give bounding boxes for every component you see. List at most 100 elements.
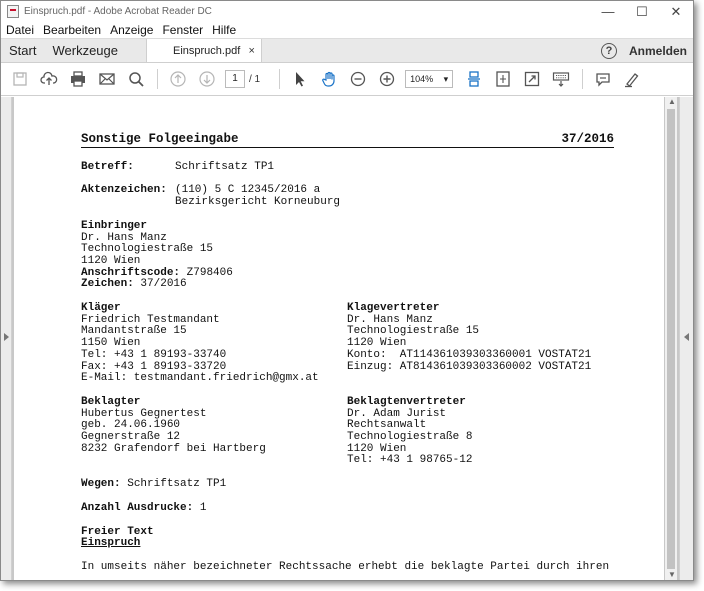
document-title: Sonstige Folgeeingabe xyxy=(81,132,239,146)
ausdrucke-label: Anzahl Ausdrucke: xyxy=(81,501,194,514)
pdf-app-icon xyxy=(7,5,19,18)
anschriftscode-label: Anschriftscode: xyxy=(81,266,181,279)
beklagtenvertreter-line: Technologiestraße 8 xyxy=(347,431,473,444)
tab-start[interactable]: Start xyxy=(1,39,44,62)
anschriftscode-value: Z798406 xyxy=(186,266,233,279)
search-icon[interactable] xyxy=(125,68,147,90)
toolbar-divider xyxy=(279,69,281,89)
parties-row-1: Kläger Friedrich Testmandant Mandantstra… xyxy=(81,302,614,385)
select-cursor-icon[interactable] xyxy=(289,68,311,90)
beklagter-line: Gegnerstraße 12 xyxy=(81,431,181,444)
chevron-down-icon: ▾ xyxy=(443,73,449,84)
title-bar: Einspruch.pdf - Adobe Acrobat Reader DC … xyxy=(1,1,693,22)
einspruch-heading: Einspruch xyxy=(81,537,141,550)
comment-icon[interactable] xyxy=(592,68,614,90)
aktenzeichen-value: (110) 5 C 12345/2016 a Bezirksgericht Ko… xyxy=(175,185,340,208)
help-icon[interactable]: ? xyxy=(600,42,617,59)
beklagter-block: Beklagter Hubertus Gegnertest geb. 24.06… xyxy=(81,395,347,467)
tab-bar: Start Werkzeuge Einspruch.pdf × ? Anmeld… xyxy=(1,38,693,63)
page-up-icon[interactable] xyxy=(167,68,189,90)
ausdrucke-row: Anzahl Ausdrucke: 1 xyxy=(81,501,614,515)
menu-anzeige[interactable]: Anzeige xyxy=(110,23,153,37)
beklagtenvertreter-line: Tel: +43 1 98765-12 xyxy=(347,454,473,467)
body-paragraph: In umseits näher bezeichneter Rechtssach… xyxy=(81,560,610,573)
klaeger-block: Kläger Friedrich Testmandant Mandantstra… xyxy=(81,302,347,385)
hand-icon[interactable] xyxy=(318,68,340,90)
vertical-scrollbar[interactable]: ▲ ▼ xyxy=(665,97,677,580)
beklagter-heading: Beklagter xyxy=(81,395,141,408)
zoom-out-icon[interactable] xyxy=(347,68,369,90)
menu-hilfe[interactable]: Hilfe xyxy=(212,23,236,37)
email-icon[interactable] xyxy=(96,68,118,90)
close-tab-icon[interactable]: × xyxy=(249,45,255,57)
klaeger-heading: Kläger xyxy=(81,302,121,315)
minimize-button[interactable]: — xyxy=(591,1,625,22)
zeichen-row: Zeichen: 37/2016 xyxy=(81,278,614,291)
zeichen-label: Zeichen: xyxy=(81,278,134,291)
zoom-value: 104% xyxy=(410,74,434,84)
menu-bearbeiten[interactable]: Bearbeiten xyxy=(43,23,101,37)
full-screen-icon[interactable] xyxy=(521,68,543,90)
signin-button[interactable]: Anmelden xyxy=(629,44,687,58)
betreff-row: Betreff: Schriftsatz TP1 xyxy=(81,160,614,174)
beklagtenvertreter-block: Beklagtenvertreter Dr. Adam Jurist Recht… xyxy=(347,395,613,467)
betreff-label: Betreff: xyxy=(81,160,134,173)
print-icon[interactable] xyxy=(67,68,89,90)
upload-cloud-icon[interactable] xyxy=(38,68,60,90)
klagevertreter-line: Konto: AT114361039303360001 VOSTAT21 xyxy=(347,348,592,361)
menu-datei[interactable]: Datei xyxy=(6,23,34,37)
zeichen-value: 37/2016 xyxy=(140,278,187,291)
klaeger-line: E-Mail: testmandant.friedrich@gmx.at xyxy=(81,372,319,385)
betreff-value: Schriftsatz TP1 xyxy=(175,160,275,173)
scroll-down-icon[interactable]: ▼ xyxy=(668,570,676,579)
zoom-in-icon[interactable] xyxy=(376,68,398,90)
close-window-button[interactable]: ✕ xyxy=(659,1,693,22)
expand-left-icon xyxy=(4,333,9,341)
aktenzeichen-label: Aktenzeichen: xyxy=(81,184,167,197)
scroll-up-icon[interactable]: ▲ xyxy=(668,97,676,106)
einbringer-heading: Einbringer xyxy=(81,219,148,232)
highlight-icon[interactable] xyxy=(621,68,643,90)
page-number-input[interactable]: 1 xyxy=(225,70,245,88)
wegen-label: Wegen: xyxy=(81,478,121,491)
document-body: Sonstige Folgeeingabe 37/2016 Betreff: S… xyxy=(81,132,614,574)
document-tab-label: Einspruch.pdf xyxy=(172,44,241,57)
klagevertreter-block: Klagevertreter Dr. Hans Manz Technologie… xyxy=(347,302,613,385)
pdf-page: Sonstige Folgeeingabe 37/2016 Betreff: S… xyxy=(14,97,664,580)
acrobat-window: Einspruch.pdf - Adobe Acrobat Reader DC … xyxy=(0,0,694,581)
einbringer-block: Einbringer Dr. Hans Manz Technologiestra… xyxy=(81,219,614,291)
menu-fenster[interactable]: Fenster xyxy=(162,23,203,37)
tab-document[interactable]: Einspruch.pdf × xyxy=(145,39,262,62)
scroll-mode-icon[interactable] xyxy=(463,68,485,90)
freier-text-block: Freier Text Einspruch xyxy=(81,525,614,550)
einbringer-line: Technologiestraße 15 xyxy=(81,243,214,256)
court-line: Bezirksgericht Korneuburg xyxy=(175,196,341,209)
fit-page-icon[interactable] xyxy=(492,68,514,90)
ausdrucke-value: 1 xyxy=(199,501,207,514)
document-header: Sonstige Folgeeingabe 37/2016 xyxy=(81,132,614,148)
keyboard-icon[interactable] xyxy=(550,68,572,90)
page-down-icon[interactable] xyxy=(196,68,218,90)
window-title: Einspruch.pdf - Adobe Acrobat Reader DC xyxy=(24,6,212,17)
freier-text-heading: Freier Text xyxy=(81,525,154,538)
maximize-button[interactable]: ☐ xyxy=(625,1,659,22)
parties-row-2: Beklagter Hubertus Gegnertest geb. 24.06… xyxy=(81,395,614,467)
expand-right-icon xyxy=(684,333,689,341)
page-total: / 1 xyxy=(249,73,261,85)
wegen-row: Wegen: Schriftsatz TP1 xyxy=(81,478,614,491)
beklagtenvertreter-heading: Beklagtenvertreter xyxy=(347,395,466,408)
menu-bar: Datei Bearbeiten Anzeige Fenster Hilfe xyxy=(1,22,693,38)
save-icon[interactable] xyxy=(9,68,31,90)
klaeger-line: Tel: +43 1 89193-33740 xyxy=(81,348,227,361)
document-number: 37/2016 xyxy=(561,132,614,146)
zoom-select[interactable]: 104% ▾ xyxy=(405,70,454,88)
left-pane-toggle[interactable] xyxy=(1,97,12,580)
beklagter-line: 8232 Grafendorf bei Hartberg xyxy=(81,442,266,455)
toolbar: 1 / 1 104% ▾ xyxy=(1,63,693,96)
tab-werkzeuge[interactable]: Werkzeuge xyxy=(44,39,126,62)
toolbar-divider xyxy=(582,69,584,89)
right-pane-toggle[interactable] xyxy=(679,97,693,580)
scroll-thumb[interactable] xyxy=(667,109,675,569)
document-area: Sonstige Folgeeingabe 37/2016 Betreff: S… xyxy=(1,97,693,580)
aktenzeichen-row: Aktenzeichen: (110) 5 C 12345/2016 a Bez… xyxy=(81,184,614,208)
